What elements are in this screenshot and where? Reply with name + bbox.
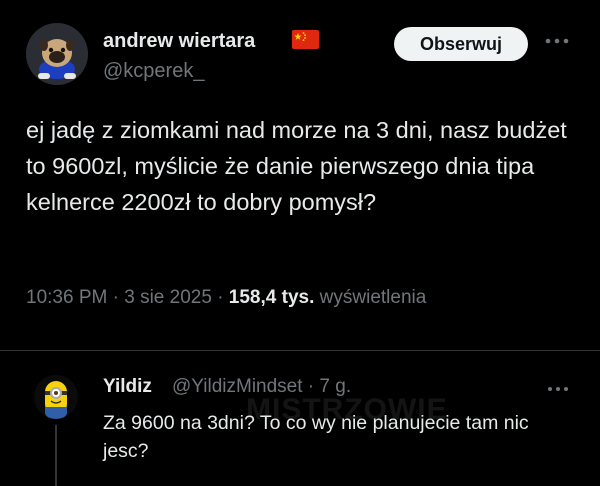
meta-separator: ·: [217, 287, 229, 308]
author-avatar[interactable]: [26, 23, 88, 85]
reply-avatar[interactable]: [34, 375, 78, 419]
author-handle[interactable]: @kcperek_: [103, 60, 204, 83]
tweet-time[interactable]: 10:36 PM: [26, 287, 107, 308]
author-name[interactable]: andrew wiertara: [103, 30, 255, 53]
site-watermark: MISTRZOWIE: [246, 393, 448, 426]
tweet-meta: 10:36 PM · 3 sie 2025 · 158,4 tys. wyświ…: [26, 287, 426, 309]
views-label: wyświetlenia: [319, 287, 427, 308]
tweet-date[interactable]: 3 sie 2025: [124, 287, 212, 308]
minion-avatar-icon: [34, 375, 78, 419]
china-flag-icon: [292, 30, 319, 49]
main-tweet: andrew wiertara @kcperek_ Obserwuj ej ja…: [0, 0, 600, 352]
meta-separator: ·: [112, 287, 125, 308]
reply-more-options-icon[interactable]: [546, 383, 570, 395]
more-options-icon[interactable]: [544, 34, 570, 48]
reply-tweet[interactable]: Yildiz @YildizMindset · 7 g. Za 9600 na …: [0, 351, 600, 486]
views-count: 158,4 tys.: [228, 287, 315, 308]
reply-author-name[interactable]: Yildiz: [103, 376, 152, 398]
thread-line: [55, 425, 57, 486]
tweet-text: ej jadę z ziomkami nad morze na 3 dni, n…: [26, 117, 567, 215]
follow-button[interactable]: Obserwuj: [394, 27, 528, 61]
pug-avatar-icon: [26, 23, 88, 85]
